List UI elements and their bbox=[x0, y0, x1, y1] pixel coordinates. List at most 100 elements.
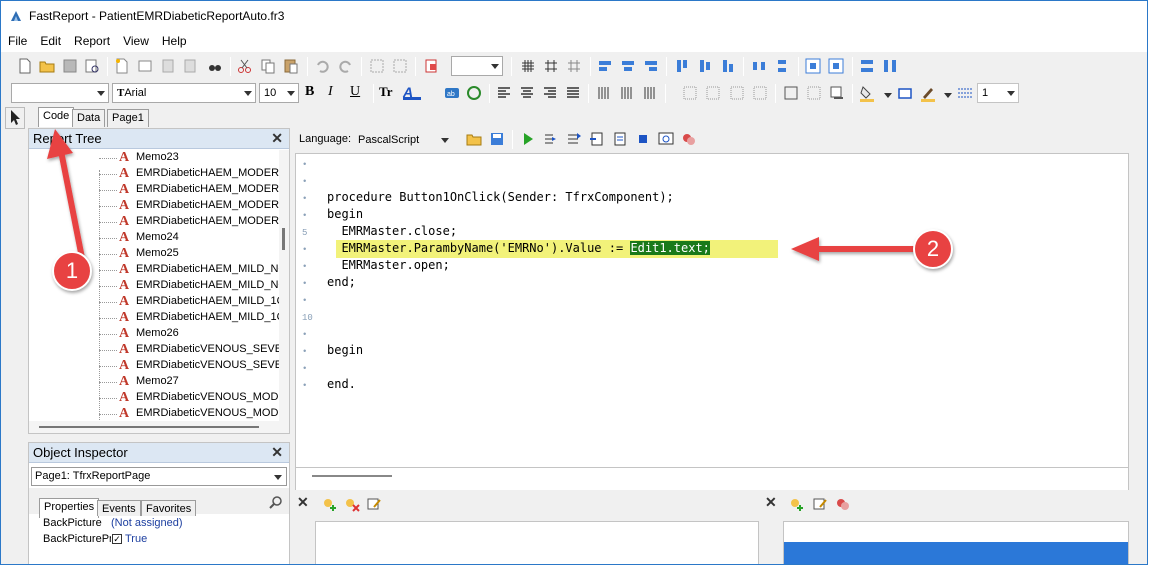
align-to-grid-icon[interactable] bbox=[542, 57, 560, 75]
cut-icon[interactable] bbox=[236, 57, 254, 75]
center-horizontal-icon[interactable] bbox=[804, 57, 822, 75]
font-color-icon[interactable]: A bbox=[403, 84, 421, 100]
close-icon[interactable]: ✕ bbox=[271, 130, 283, 147]
code-editor[interactable]: • • • • 5 • • • • 10 • • • • procedure B… bbox=[295, 153, 1129, 476]
open-folder-icon[interactable] bbox=[38, 57, 56, 75]
space-vertical-icon[interactable] bbox=[773, 57, 791, 75]
line-width-combo[interactable]: 1 bbox=[977, 83, 1019, 103]
find-icon[interactable] bbox=[206, 57, 224, 75]
breakpoint-icon[interactable] bbox=[680, 130, 698, 148]
close-icon[interactable]: ✕ bbox=[765, 494, 777, 511]
highlight-icon[interactable]: ab bbox=[443, 84, 461, 102]
paste-icon[interactable] bbox=[282, 57, 300, 75]
watch-icon[interactable] bbox=[657, 130, 675, 148]
center-vertical-icon[interactable] bbox=[827, 57, 845, 75]
align-bottom-icon[interactable] bbox=[719, 57, 737, 75]
pen-color-icon[interactable] bbox=[919, 84, 937, 102]
rotate-icon[interactable] bbox=[465, 84, 483, 102]
tree-item[interactable]: A Memo27 bbox=[29, 374, 279, 390]
tab-page1[interactable]: Page1 bbox=[107, 109, 149, 127]
tab-favorites[interactable]: Favorites bbox=[141, 500, 197, 516]
step-into-icon[interactable] bbox=[542, 130, 560, 148]
style-combo[interactable] bbox=[11, 83, 109, 103]
run-icon[interactable] bbox=[519, 130, 537, 148]
close-icon[interactable]: ✕ bbox=[271, 444, 283, 461]
tree-item[interactable]: AEMRDiabeticHAEM_MILD_1QUAD_ bbox=[29, 294, 279, 310]
edit-watch-icon[interactable] bbox=[365, 495, 383, 513]
frame-all-icon[interactable] bbox=[782, 84, 800, 102]
fill-color-icon[interactable] bbox=[858, 84, 876, 102]
valign-top-icon[interactable] bbox=[595, 84, 613, 102]
object-selector-combo[interactable]: Page1: TfrxReportPage bbox=[31, 467, 287, 486]
tree-item[interactable]: AEMRDiabeticVENOUS_SEVERE_OD bbox=[29, 342, 279, 358]
watch-list[interactable] bbox=[315, 521, 759, 564]
copy-icon[interactable] bbox=[259, 57, 277, 75]
tree-item[interactable]: AEMRDiabeticVENOUS_MODERATE bbox=[29, 390, 279, 406]
show-grid-icon[interactable] bbox=[519, 57, 537, 75]
report-tree-hscroll[interactable] bbox=[29, 421, 289, 433]
tree-item[interactable]: AEMRDiabeticVENOUS_SEVERE_OS bbox=[29, 358, 279, 374]
edit-breakpoint-icon[interactable] bbox=[811, 495, 829, 513]
redo-icon[interactable] bbox=[337, 57, 355, 75]
step-over-icon[interactable] bbox=[565, 130, 583, 148]
new-icon[interactable] bbox=[16, 57, 34, 75]
tree-item[interactable]: AEMRDiabeticHAEM_MODERATE_3 bbox=[29, 214, 279, 230]
tree-item[interactable]: AEMRDiabeticHAEM_MODERATE_4 bbox=[29, 166, 279, 182]
align-middle-icon[interactable] bbox=[696, 57, 714, 75]
language-combo[interactable]: PascalScript bbox=[353, 130, 453, 150]
align-center-icon[interactable] bbox=[619, 57, 637, 75]
search-icon[interactable] bbox=[269, 495, 283, 509]
save-script-icon[interactable] bbox=[488, 130, 506, 148]
valign-bottom-icon[interactable] bbox=[641, 84, 659, 102]
page-settings-icon[interactable] bbox=[181, 57, 199, 75]
report-tree-vscroll[interactable] bbox=[279, 150, 289, 422]
tree-item[interactable]: A Memo26 bbox=[29, 326, 279, 342]
select-tool-button[interactable] bbox=[5, 107, 25, 129]
tree-item[interactable]: AEMRDiabeticHAEM_MILD_1QUAD_ bbox=[29, 310, 279, 326]
underline-icon[interactable]: U bbox=[350, 84, 368, 102]
font-settings-icon[interactable]: Tr bbox=[379, 84, 397, 102]
frame-left-icon[interactable] bbox=[728, 84, 746, 102]
menu-file[interactable]: File bbox=[1, 32, 33, 48]
text-align-right-icon[interactable] bbox=[541, 84, 559, 102]
same-width-icon[interactable] bbox=[858, 57, 876, 75]
add-watch-icon[interactable] bbox=[321, 495, 339, 513]
tab-code[interactable]: Code bbox=[38, 107, 75, 127]
prop-row[interactable]: BackPicturePri ✓ True bbox=[39, 531, 279, 547]
tree-item[interactable]: AEMRDiabeticHAEM_MODERATE_3 bbox=[29, 198, 279, 214]
fit-to-grid-icon[interactable] bbox=[565, 57, 583, 75]
shadow-icon[interactable] bbox=[828, 84, 846, 102]
frame-bottom-icon[interactable] bbox=[704, 84, 722, 102]
font-size-combo[interactable]: 10 bbox=[259, 83, 299, 103]
breakpoint-list[interactable] bbox=[783, 521, 1129, 564]
valign-center-icon[interactable] bbox=[618, 84, 636, 102]
scroll-thumb[interactable] bbox=[282, 228, 285, 250]
evaluate-icon[interactable] bbox=[611, 130, 629, 148]
open-script-icon[interactable] bbox=[465, 130, 483, 148]
delete-page-icon[interactable] bbox=[159, 57, 177, 75]
hscroll-thumb[interactable] bbox=[39, 426, 259, 428]
frame-none-icon[interactable] bbox=[805, 84, 823, 102]
code-hscroll[interactable] bbox=[295, 468, 1129, 490]
italic-icon[interactable]: I bbox=[328, 84, 346, 102]
align-top-icon[interactable] bbox=[673, 57, 691, 75]
delete-watch-icon[interactable] bbox=[343, 495, 361, 513]
tab-data[interactable]: Data bbox=[72, 109, 106, 127]
font-name-combo[interactable]: TArial bbox=[112, 83, 256, 103]
tree-item[interactable]: A Memo24 bbox=[29, 230, 279, 246]
run-to-cursor-icon[interactable] bbox=[588, 130, 606, 148]
new-page-icon[interactable] bbox=[113, 57, 131, 75]
text-align-left-icon[interactable] bbox=[495, 84, 513, 102]
tab-events[interactable]: Events bbox=[97, 500, 141, 516]
frame-style-icon[interactable] bbox=[956, 84, 974, 102]
tree-item[interactable]: AEMRDiabeticVENOUS_MODERATE bbox=[29, 406, 279, 422]
menu-report[interactable]: Report bbox=[67, 32, 116, 48]
frame-color-icon[interactable] bbox=[896, 84, 914, 102]
new-dialog-icon[interactable] bbox=[136, 57, 154, 75]
menu-view[interactable]: View bbox=[116, 32, 155, 48]
stop-icon[interactable] bbox=[634, 130, 652, 148]
undo-icon[interactable] bbox=[313, 57, 331, 75]
zoom-combo[interactable] bbox=[451, 56, 503, 76]
menu-help[interactable]: Help bbox=[155, 32, 193, 48]
ungroup-icon[interactable] bbox=[391, 57, 409, 75]
